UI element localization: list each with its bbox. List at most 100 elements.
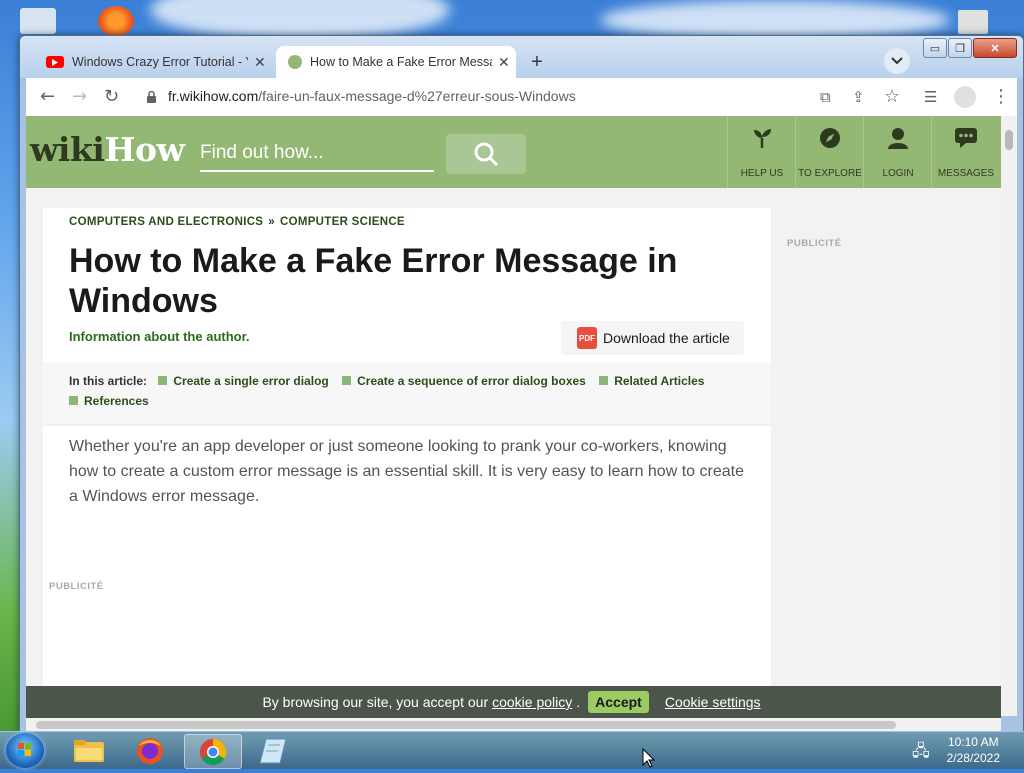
minimize-button[interactable]: ▭: [923, 38, 947, 58]
lock-icon[interactable]: [146, 91, 157, 104]
taskbar-notepad[interactable]: [245, 734, 301, 767]
logo-wiki: wiki: [30, 130, 105, 169]
tab-youtube[interactable]: Windows Crazy Error Tutorial - Yo ✕: [32, 46, 272, 78]
square-bullet-icon: [158, 376, 168, 385]
nav-login[interactable]: LOGIN: [863, 116, 932, 188]
search-input[interactable]: Find out how...: [200, 138, 434, 172]
start-button[interactable]: [6, 733, 44, 768]
forward-arrow-icon[interactable]: →: [72, 86, 87, 107]
cloud: [600, 0, 950, 40]
more-menu-icon[interactable]: ⋮: [992, 86, 1010, 107]
side-ad-label: PUBLICITÉ: [787, 238, 842, 249]
firefox-icon: [137, 737, 163, 764]
recycle-bin-icon[interactable]: [20, 8, 56, 34]
share-icon[interactable]: ⇪: [852, 88, 865, 106]
title-bar: ▭ ❐ ✕ Windows Crazy Error Tutorial - Yo …: [20, 36, 1023, 78]
wikihow-logo[interactable]: wikiHow: [30, 130, 185, 169]
logo-how: How: [104, 130, 185, 169]
cookie-text: By browsing our site, you accept our: [262, 694, 489, 710]
toc-item-label: Create a single error dialog: [173, 374, 329, 388]
close-tab-icon[interactable]: ✕: [254, 54, 266, 71]
breadcrumb-separator: »: [268, 216, 275, 228]
close-window-button[interactable]: ✕: [973, 38, 1017, 58]
bookmark-star-icon[interactable]: ☆: [884, 86, 900, 107]
cookie-settings-link[interactable]: Cookie settings: [665, 694, 761, 710]
tab-title: Windows Crazy Error Tutorial - Yo: [72, 55, 248, 69]
toc-item[interactable]: Related Articles: [599, 374, 704, 388]
sprout-icon: [754, 129, 771, 148]
close-tab-icon[interactable]: ✕: [498, 54, 510, 71]
url-path: /faire-un-faux-message-d%27erreur-sous-W…: [258, 88, 576, 104]
toc-item-label: Related Articles: [614, 374, 705, 388]
cookie-policy-link[interactable]: cookie policy: [492, 694, 572, 710]
breadcrumb: COMPUTERS AND ELECTRONICS » COMPUTER SCIEN…: [69, 216, 405, 228]
author-link[interactable]: Information about the author.: [69, 329, 250, 344]
toc-item-label: References: [84, 394, 149, 408]
network-icon[interactable]: 🖧: [912, 740, 930, 767]
download-article-button[interactable]: PDF Download the article: [561, 321, 744, 355]
toc-item[interactable]: Create a sequence of error dialog boxes: [342, 374, 586, 388]
square-bullet-icon: [599, 376, 609, 385]
wikihow-favicon-icon: [288, 55, 302, 69]
new-tab-button[interactable]: +: [524, 46, 550, 78]
toc-item[interactable]: Create a single error dialog: [158, 374, 329, 388]
toc-item[interactable]: References: [69, 394, 149, 408]
toc-item-label: Create a sequence of error dialog boxes: [357, 374, 586, 388]
desktop-file-icon[interactable]: [958, 10, 988, 34]
breadcrumb-subcategory[interactable]: COMPUTER SCIENCE: [280, 216, 405, 228]
horizontal-scrollbar[interactable]: [26, 718, 1001, 732]
square-bullet-icon: [342, 376, 352, 385]
mouse-cursor-icon: [642, 748, 656, 768]
taskbar-chrome[interactable]: [184, 734, 242, 769]
chat-icon: [955, 128, 977, 148]
browser-toolbar: ← → ↻ fr.wikihow.com/faire-un-faux-messa…: [26, 78, 1017, 117]
nav-label: HELP US: [740, 168, 784, 179]
cloud: [150, 0, 450, 40]
clock-time: 10:10 AM: [947, 735, 999, 749]
cookie-banner: By browsing our site, you accept our coo…: [26, 686, 1001, 718]
page-title: How to Make a Fake Error Message in Wind…: [69, 242, 678, 320]
table-of-contents: In this article: Create a single error d…: [43, 362, 771, 424]
profile-icon[interactable]: [954, 86, 976, 108]
nav-label: MESSAGES: [937, 168, 995, 179]
nav-help-us[interactable]: HELP US: [727, 116, 796, 188]
download-label: Download the article: [603, 330, 730, 346]
page-viewport: wikiHow Find out how... HELP US TO EXPLO…: [26, 116, 1001, 716]
breadcrumb-category[interactable]: COMPUTERS AND ELECTRONICS: [69, 216, 263, 228]
taskbar: 🖧 10:10 AM 2/28/2022: [0, 731, 1024, 769]
translate-icon[interactable]: ⧉: [820, 88, 831, 106]
reload-icon[interactable]: ↻: [104, 86, 119, 107]
wikihow-header: wikiHow Find out how... HELP US TO EXPLO…: [26, 116, 1001, 188]
notepad-icon: [259, 738, 287, 763]
nav-label: LOGIN: [882, 168, 914, 179]
search-button[interactable]: [446, 134, 526, 174]
user-icon: [888, 128, 908, 149]
ad-label: PUBLICITÉ: [49, 581, 104, 592]
taskbar-explorer[interactable]: [61, 734, 117, 767]
restore-button[interactable]: ❐: [948, 38, 972, 58]
square-bullet-icon: [69, 396, 78, 405]
clock[interactable]: 10:10 AM 2/28/2022: [947, 734, 1000, 766]
chrome-window: ▭ ❐ ✕ Windows Crazy Error Tutorial - Yo …: [19, 35, 1024, 733]
accept-button[interactable]: Accept: [588, 691, 649, 713]
address-bar[interactable]: fr.wikihow.com/faire-un-faux-message-d%2…: [168, 88, 576, 104]
taskbar-firefox[interactable]: [122, 734, 178, 767]
tab-search-button[interactable]: [884, 48, 910, 74]
youtube-icon: [46, 56, 64, 68]
nav-explore[interactable]: TO EXPLORE: [795, 116, 864, 188]
search-icon: [474, 142, 499, 167]
tab-wikihow[interactable]: How to Make a Fake Error Messa ✕: [276, 46, 516, 78]
windows-logo-icon: [18, 743, 31, 756]
tab-title: How to Make a Fake Error Messa: [310, 55, 492, 69]
firefox-desktop-icon[interactable]: [98, 6, 134, 36]
back-arrow-icon[interactable]: ←: [40, 86, 55, 107]
scrollbar-thumb[interactable]: [36, 721, 896, 729]
vertical-scrollbar[interactable]: [1001, 116, 1017, 716]
clock-date: 2/28/2022: [946, 751, 1000, 765]
toc-heading: In this article:: [69, 374, 148, 388]
scrollbar-thumb[interactable]: [1005, 130, 1013, 150]
nav-messages[interactable]: MESSAGES: [931, 116, 1000, 188]
compass-icon: [820, 128, 840, 148]
reading-list-icon[interactable]: ☰: [924, 88, 937, 106]
pdf-icon: PDF: [577, 327, 597, 349]
